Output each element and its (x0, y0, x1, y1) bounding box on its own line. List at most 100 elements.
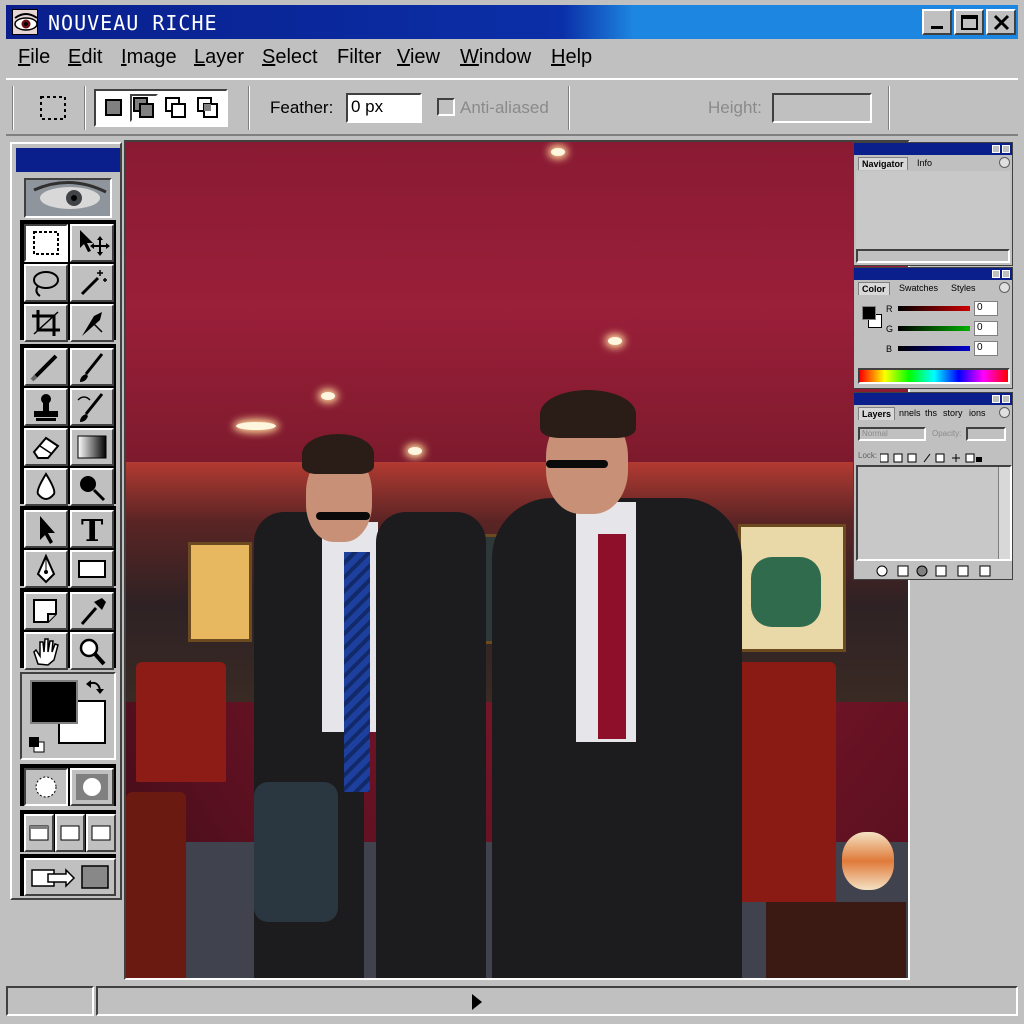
feather-input[interactable]: 0 px (346, 93, 422, 123)
tab-navigator[interactable]: Navigator (858, 157, 908, 170)
color-spectrum-bar[interactable] (858, 368, 1010, 384)
tab-color[interactable]: Color (858, 282, 890, 295)
slice-tool[interactable] (70, 304, 114, 342)
tab-layers[interactable]: Layers (858, 407, 896, 420)
tab-paths[interactable]: ths (922, 407, 940, 420)
gradient-tool[interactable] (70, 428, 114, 466)
eraser-tool[interactable] (24, 428, 68, 466)
zoom-field[interactable] (6, 986, 94, 1016)
dodge-tool[interactable] (70, 468, 114, 506)
menu-select[interactable]: Select (262, 46, 318, 69)
brush-tool[interactable] (70, 348, 114, 386)
swap-colors-icon[interactable] (84, 678, 106, 696)
red-chair (136, 662, 226, 782)
menu-image[interactable]: Image (121, 46, 177, 69)
opacity-input[interactable] (966, 427, 1006, 441)
tab-info[interactable]: Info (914, 157, 935, 170)
menu-edit[interactable]: Edit (68, 46, 102, 69)
tab-actions[interactable]: ions (966, 407, 989, 420)
palette-menu-arrow-icon[interactable] (999, 157, 1010, 168)
marquee-tool-preset-icon[interactable] (38, 94, 68, 122)
pen-tool[interactable] (24, 550, 68, 588)
intersect-selection-icon[interactable] (194, 94, 222, 122)
eyedropper-tool[interactable] (70, 592, 114, 630)
minimize-button[interactable] (922, 9, 952, 35)
full-screen-menu-button[interactable] (55, 814, 85, 852)
tab-swatches[interactable]: Swatches (896, 282, 941, 295)
menu-file[interactable]: File (18, 46, 50, 69)
healing-brush-tool[interactable] (24, 348, 68, 386)
blue-channel-slider[interactable] (898, 346, 970, 351)
blue-channel-input[interactable]: 0 (974, 341, 998, 356)
hand-tool[interactable] (24, 632, 68, 670)
standard-screen-button[interactable] (24, 814, 54, 852)
status-info-arrow-icon[interactable] (466, 992, 486, 1012)
tab-channels[interactable]: nnels (896, 407, 924, 420)
history-brush-tool[interactable] (70, 388, 114, 426)
document-canvas[interactable] (124, 140, 910, 980)
toolbox-title-bar[interactable] (16, 148, 120, 172)
blend-mode-select[interactable]: Normal (858, 427, 926, 441)
palette-close-icon[interactable] (1002, 270, 1010, 278)
lasso-tool[interactable] (24, 264, 68, 302)
quick-mask-button[interactable] (70, 768, 114, 806)
palette-minimize-icon[interactable] (992, 270, 1000, 278)
blur-tool[interactable] (24, 468, 68, 506)
green-channel-input[interactable]: 0 (974, 321, 998, 336)
anti-aliased-checkbox[interactable] (437, 98, 455, 116)
new-selection-icon[interactable] (100, 94, 128, 122)
close-button[interactable] (986, 9, 1016, 35)
standard-mode-button[interactable] (24, 768, 68, 806)
app-eye-icon[interactable] (12, 9, 38, 35)
rectangle-tool[interactable] (70, 550, 114, 588)
move-tool[interactable] (70, 224, 114, 262)
palette-menu-arrow-icon[interactable] (999, 282, 1010, 293)
eraser-icon (32, 436, 60, 459)
palette-minimize-icon[interactable] (992, 395, 1000, 403)
color-foreground-swatch[interactable] (862, 306, 876, 320)
type-tool[interactable]: T (70, 510, 114, 548)
lock-options[interactable] (879, 450, 984, 463)
full-screen-button[interactable] (86, 814, 116, 852)
toolbox-logo-eye-icon[interactable] (24, 178, 112, 218)
zoom-tool[interactable] (70, 632, 114, 670)
menu-help[interactable]: Help (551, 46, 592, 69)
palette-menu-arrow-icon[interactable] (999, 407, 1010, 418)
height-input[interactable] (772, 93, 872, 123)
foreground-color-swatch[interactable] (30, 680, 78, 724)
crop-tool[interactable] (24, 304, 68, 342)
menu-window[interactable]: Window (460, 46, 531, 69)
palette-close-icon[interactable] (1002, 145, 1010, 153)
green-channel-slider[interactable] (898, 326, 970, 331)
path-selection-tool[interactable] (24, 510, 68, 548)
menu-view[interactable]: View (397, 46, 440, 69)
standard-screen-icon (29, 825, 49, 841)
palette-title-bar[interactable] (854, 393, 1012, 405)
tool-group-vector: T (20, 506, 116, 588)
standard-mode-icon (35, 776, 57, 798)
tab-history[interactable]: story (940, 407, 966, 420)
layers-list[interactable] (856, 465, 1012, 561)
red-channel-input[interactable]: 0 (974, 301, 998, 316)
add-to-selection-icon[interactable] (130, 94, 158, 122)
palette-title-bar[interactable] (854, 143, 1012, 155)
magic-wand-tool[interactable] (70, 264, 114, 302)
palette-minimize-icon[interactable] (992, 145, 1000, 153)
navigator-zoom-slider[interactable] (856, 249, 1010, 263)
palette-close-icon[interactable] (1002, 395, 1010, 403)
maximize-button[interactable] (954, 9, 984, 35)
jump-to-imageready-button[interactable] (24, 858, 116, 896)
layers-scrollbar[interactable] (998, 467, 1010, 559)
palette-title-bar[interactable] (854, 268, 1012, 280)
magic-wand-icon (80, 270, 107, 296)
rectangular-marquee-tool[interactable] (24, 224, 68, 262)
default-colors-icon[interactable] (28, 736, 46, 754)
subtract-from-selection-icon[interactable] (162, 94, 190, 122)
red-channel-slider[interactable] (898, 306, 970, 311)
menu-layer[interactable]: Layer (194, 46, 244, 69)
man-left-suit (376, 512, 486, 978)
clone-stamp-tool[interactable] (24, 388, 68, 426)
menu-filter[interactable]: Filter (337, 46, 381, 69)
tab-styles[interactable]: Styles (948, 282, 979, 295)
notes-tool[interactable] (24, 592, 68, 630)
